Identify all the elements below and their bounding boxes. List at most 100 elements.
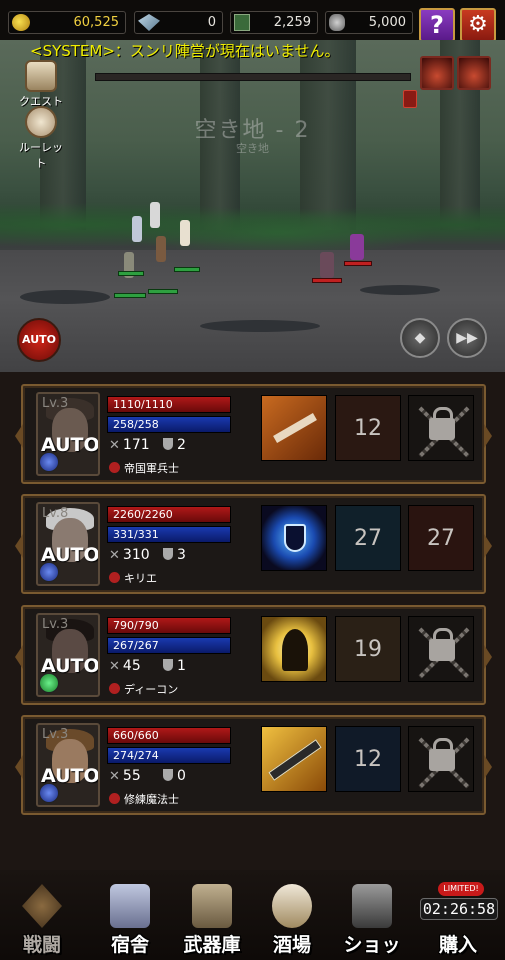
- hero-panel-1[interactable]: Lv.3 AUTO 1110/1110 258/258 ✕ 171 2 帝国軍兵士…: [15, 384, 492, 484]
- beer-mug-icon: [272, 884, 312, 928]
- fast-forward-icon: ▶▶: [456, 330, 478, 346]
- skill-slot-3-locked[interactable]: [408, 616, 474, 682]
- skill-slot-2[interactable]: 19: [335, 616, 401, 682]
- nav-lodging-label: 宿舎: [110, 934, 149, 956]
- ally-hp-bar: [174, 267, 200, 272]
- swords-icon: ✕: [109, 548, 120, 563]
- sword-slash-skill-icon: [273, 413, 317, 443]
- arrow-right-icon: [484, 755, 492, 779]
- gold-value: 60,525: [73, 15, 120, 30]
- ore-icon: [329, 14, 345, 31]
- knight-icon: [110, 884, 150, 928]
- skill-slot-3-locked[interactable]: [408, 395, 474, 461]
- roulette-button[interactable]: ルーレット: [14, 106, 68, 171]
- nav-tavern[interactable]: 酒場: [256, 878, 328, 958]
- hero-name: 修練魔法士: [109, 791, 179, 807]
- roulette-label: ルーレット: [19, 141, 63, 170]
- card-value: 2,259: [273, 15, 311, 30]
- ally-sprite: [180, 220, 190, 246]
- boss-portrait-2[interactable]: [457, 56, 491, 90]
- faction-icon: [109, 572, 120, 583]
- enemy-hp-bar: [344, 261, 372, 266]
- hero-level: Lv.3: [42, 396, 69, 411]
- speed-button[interactable]: ▶▶: [447, 318, 487, 358]
- defense-value: 1: [177, 658, 186, 674]
- enemy-sprite: [320, 252, 334, 278]
- ally-hp-bar: [114, 293, 146, 298]
- hp-value: 1110/1110: [113, 398, 173, 411]
- lock-icon: [429, 738, 455, 771]
- hero-portrait[interactable]: Lv.3 AUTO: [36, 723, 100, 807]
- ore-counter[interactable]: 5,000: [325, 11, 413, 34]
- nav-armory[interactable]: 武器庫: [176, 878, 248, 958]
- ally-hp-bar: [148, 289, 178, 294]
- gold-counter[interactable]: 60,525: [8, 11, 126, 34]
- puddle: [360, 285, 440, 295]
- skill-slot-1[interactable]: [261, 616, 327, 682]
- mp-bar: 258/258: [107, 416, 231, 433]
- hero-portrait[interactable]: Lv.3 AUTO: [36, 392, 100, 476]
- hero-panel-2[interactable]: Lv.8 AUTO 2260/2260 331/331 ✕ 310 3 キリエ 2…: [15, 494, 492, 594]
- hero-name-text: ディーコン: [124, 683, 179, 696]
- auto-battle-button[interactable]: AUTO: [17, 318, 61, 362]
- hero-portrait[interactable]: Lv.3 AUTO: [36, 613, 100, 697]
- hp-bar: 660/660: [107, 727, 231, 744]
- settings-button[interactable]: ⚙: [460, 8, 496, 42]
- nav-battle[interactable]: 戦闘: [6, 878, 78, 958]
- hero-portrait[interactable]: Lv.8 AUTO: [36, 502, 100, 586]
- swords-icon: ✕: [109, 438, 120, 453]
- stage-subtitle: 空き地: [236, 142, 269, 155]
- enemy-sprite: [350, 234, 364, 260]
- hero-name: ディーコン: [109, 681, 178, 697]
- skill-slot-2[interactable]: 12: [335, 726, 401, 792]
- faction-icon: [109, 462, 120, 473]
- shield-icon: [163, 548, 173, 560]
- hp-value: 660/660: [113, 729, 159, 742]
- nav-tavern-label: 酒場: [272, 934, 311, 956]
- swords-icon: ✕: [109, 769, 120, 784]
- mp-bar: 267/267: [107, 637, 231, 654]
- nav-battle-label: 戦闘: [22, 934, 61, 956]
- hero-name: 帝国軍兵士: [109, 460, 179, 476]
- swords-icon: ✕: [109, 659, 120, 674]
- stage-progress-bar: [95, 73, 411, 81]
- gold-coins-icon: [12, 14, 30, 31]
- skill-slot-2[interactable]: 12: [335, 395, 401, 461]
- lock-icon: [429, 628, 455, 661]
- arrow-left-icon: [15, 534, 23, 558]
- hero-level: Lv.3: [42, 727, 69, 742]
- skill-slot-2[interactable]: 27: [335, 505, 401, 571]
- ore-value: 5,000: [368, 15, 406, 30]
- attack-value: 310: [122, 547, 150, 563]
- hero-panel-3[interactable]: Lv.3 AUTO 790/790 267/267 ✕ 45 1 ディーコン 19: [15, 605, 492, 705]
- boss-portrait-1[interactable]: [420, 56, 454, 90]
- attack-stat: ✕ 310: [109, 547, 150, 563]
- ally-sprite: [156, 236, 166, 262]
- hero-name-text: キリエ: [124, 572, 157, 585]
- nav-lodging[interactable]: 宿舎: [94, 878, 166, 958]
- skill-slot-3-locked[interactable]: [408, 726, 474, 792]
- skill-slot-1[interactable]: [261, 726, 327, 792]
- mp-value: 258/258: [113, 418, 159, 431]
- gem-boost-button[interactable]: ◆: [400, 318, 440, 358]
- gem-counter[interactable]: 0: [134, 11, 223, 34]
- attack-value: 45: [122, 658, 141, 674]
- element-orb-icon: [39, 673, 59, 693]
- arrow-right-icon: [484, 645, 492, 669]
- limited-badge: LIMITED!: [438, 882, 484, 896]
- weapons-icon: [192, 884, 232, 928]
- skill-slot-1[interactable]: [261, 505, 327, 571]
- hero-panel-4[interactable]: Lv.3 AUTO 660/660 274/274 ✕ 55 0 修練魔法士 12: [15, 715, 492, 815]
- skill-slot-1[interactable]: [261, 395, 327, 461]
- hero-name-text: 修練魔法士: [124, 793, 179, 806]
- arrow-right-icon: [484, 534, 492, 558]
- nav-shop[interactable]: ショップ: [336, 878, 408, 958]
- card-counter[interactable]: 2,259: [230, 11, 318, 34]
- hero-name: キリエ: [109, 570, 157, 586]
- hero-level: Lv.3: [42, 617, 69, 632]
- skill-slot-3[interactable]: 27: [408, 505, 474, 571]
- arrow-right-icon: [484, 424, 492, 448]
- help-button[interactable]: ?: [419, 8, 455, 42]
- shield-glow-skill-icon: [284, 524, 306, 552]
- quest-button[interactable]: クエスト: [14, 60, 68, 109]
